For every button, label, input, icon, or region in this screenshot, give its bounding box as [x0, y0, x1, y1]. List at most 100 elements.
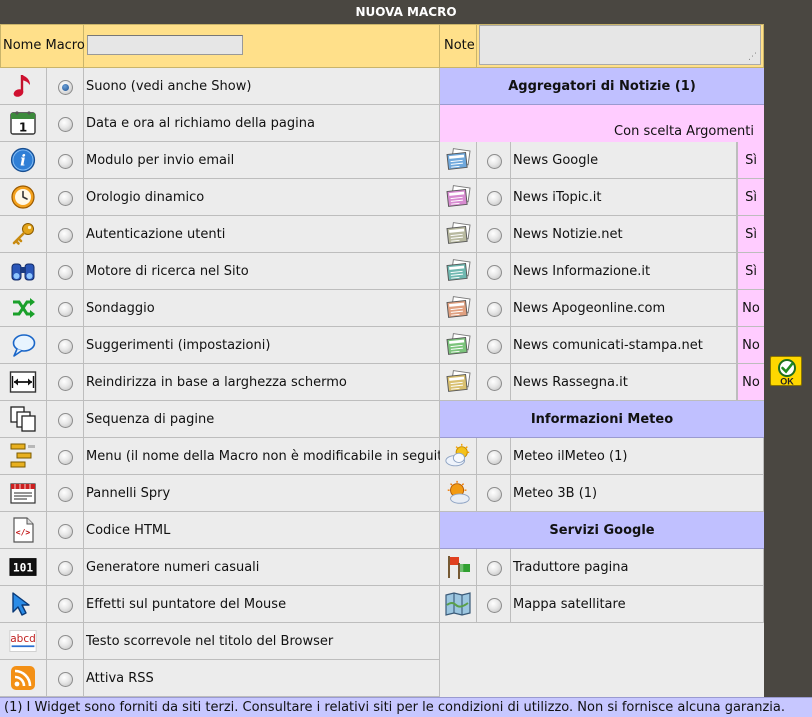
scrolling-text-icon: abcd [9, 627, 37, 655]
macro-option-label[interactable]: Sondaggio [86, 290, 155, 327]
service-option-radio[interactable] [487, 228, 502, 243]
info-icon: i [9, 146, 37, 174]
note-textarea[interactable]: ⋰ [479, 25, 761, 65]
newspaper-icon [444, 331, 472, 359]
service-option-label[interactable]: Meteo ilMeteo (1) [513, 438, 627, 475]
topic-choice-flag: Sì [737, 253, 764, 290]
svg-text:101: 101 [13, 562, 33, 575]
footer-disclaimer: (1) I Widget sono forniti da siti terzi.… [0, 697, 812, 717]
check-icon: OK [778, 359, 796, 387]
macro-option-radio[interactable] [58, 117, 73, 132]
macro-option-radio[interactable] [58, 524, 73, 539]
macro-option-label[interactable]: Orologio dinamico [86, 179, 204, 216]
macro-option-label[interactable]: Codice HTML [86, 512, 170, 549]
meteo-section-header: Informazioni Meteo [440, 401, 764, 438]
macro-option-label[interactable]: Suggerimenti (impostazioni) [86, 327, 270, 364]
service-option-label[interactable]: News Google [513, 142, 598, 179]
binoculars-icon [9, 257, 37, 285]
topic-choice-flag: No [737, 290, 764, 327]
service-option-radio[interactable] [487, 265, 502, 280]
macro-option-radio[interactable] [58, 635, 73, 650]
topic-choice-flag: No [737, 364, 764, 401]
topic-choice-flag: Sì [737, 179, 764, 216]
newspaper-icon [444, 368, 472, 396]
ok-button[interactable]: OK [770, 356, 802, 387]
html-code-icon: </> [9, 516, 37, 544]
service-option-radio[interactable] [487, 450, 502, 465]
shuffle-arrows-icon [9, 294, 37, 322]
macro-option-radio[interactable] [58, 228, 73, 243]
macro-option-label[interactable]: Attiva RSS [86, 660, 154, 697]
macro-option-label[interactable]: Sequenza di pagine [86, 401, 214, 438]
service-option-label[interactable]: Mappa satellitare [513, 586, 626, 623]
mouse-pointer-icon [9, 590, 37, 618]
macro-option-radio[interactable] [58, 191, 73, 206]
ok-label: OK [780, 377, 794, 387]
macro-option-radio[interactable] [58, 154, 73, 169]
newspaper-icon [444, 146, 472, 174]
newspaper-icon [444, 294, 472, 322]
macro-option-radio[interactable] [58, 302, 73, 317]
service-option-label[interactable]: News Informazione.it [513, 253, 650, 290]
macro-option-label[interactable]: Effetti sul puntatore del Mouse [86, 586, 286, 623]
nome-macro-input[interactable] [87, 35, 243, 55]
newspaper-icon [444, 220, 472, 248]
map-icon [444, 590, 472, 618]
news-section-header: Aggregatori di Notizie (1) [440, 68, 764, 105]
service-option-label[interactable]: News iTopic.it [513, 179, 601, 216]
music-note-icon [9, 72, 37, 100]
macro-option-label[interactable]: Testo scorrevole nel titolo del Browser [86, 623, 333, 660]
service-option-radio[interactable] [487, 302, 502, 317]
nome-macro-label: Nome Macro [3, 38, 85, 53]
translate-flags-icon [444, 553, 472, 581]
macro-option-radio[interactable] [58, 450, 73, 465]
clock-icon [9, 183, 37, 211]
service-option-radio[interactable] [487, 598, 502, 613]
random-numbers-icon: 101 [9, 553, 37, 581]
service-option-radio[interactable] [487, 154, 502, 169]
panels-icon [9, 479, 37, 507]
service-option-label[interactable]: News comunicati-stampa.net [513, 327, 703, 364]
calendar-icon: 1 [9, 109, 37, 137]
service-option-radio[interactable] [487, 376, 502, 391]
macro-option-label[interactable]: Suono (vedi anche Show) [86, 68, 251, 105]
width-arrows-icon [9, 368, 37, 396]
service-option-radio[interactable] [487, 487, 502, 502]
macro-option-label[interactable]: Pannelli Spry [86, 475, 170, 512]
service-option-label[interactable]: News Rassegna.it [513, 364, 628, 401]
service-option-label[interactable]: Traduttore pagina [513, 549, 628, 586]
note-label: Note [444, 38, 475, 53]
resize-grip-icon[interactable]: ⋰ [748, 53, 757, 62]
macro-option-label[interactable]: Generatore numeri casuali [86, 549, 259, 586]
key-icon [9, 220, 37, 248]
rss-icon [9, 664, 37, 692]
service-option-radio[interactable] [487, 339, 502, 354]
macro-option-radio[interactable] [58, 80, 73, 95]
macro-option-label[interactable]: Motore di ricerca nel Sito [86, 253, 249, 290]
macro-option-radio[interactable] [58, 339, 73, 354]
service-option-label[interactable]: Meteo 3B (1) [513, 475, 597, 512]
macro-option-label[interactable]: Modulo per invio email [86, 142, 234, 179]
topic-choice-flag: No [737, 327, 764, 364]
macro-option-radio[interactable] [58, 376, 73, 391]
macro-option-radio[interactable] [58, 413, 73, 428]
service-option-label[interactable]: News Apogeonline.com [513, 290, 665, 327]
newspaper-icon [444, 257, 472, 285]
macro-grid: Suono (vedi anche Show) 1 Data e ora al ri… [0, 68, 764, 697]
service-option-label[interactable]: News Notizie.net [513, 216, 623, 253]
svg-text:</>: </> [16, 528, 31, 537]
weather-cloud-sun-icon [444, 442, 472, 470]
macro-option-radio[interactable] [58, 598, 73, 613]
macro-option-label[interactable]: Menu (il nome della Macro non è modifica… [86, 438, 455, 475]
weather-sun-cloud-icon [444, 479, 472, 507]
macro-option-radio[interactable] [58, 487, 73, 502]
newspaper-icon [444, 183, 472, 211]
macro-option-radio[interactable] [58, 561, 73, 576]
macro-option-radio[interactable] [58, 265, 73, 280]
macro-option-label[interactable]: Data e ora al richiamo della pagina [86, 105, 315, 142]
service-option-radio[interactable] [487, 191, 502, 206]
macro-option-label[interactable]: Reindirizza in base a larghezza schermo [86, 364, 347, 401]
macro-option-label[interactable]: Autenticazione utenti [86, 216, 225, 253]
macro-option-radio[interactable] [58, 672, 73, 687]
service-option-radio[interactable] [487, 561, 502, 576]
